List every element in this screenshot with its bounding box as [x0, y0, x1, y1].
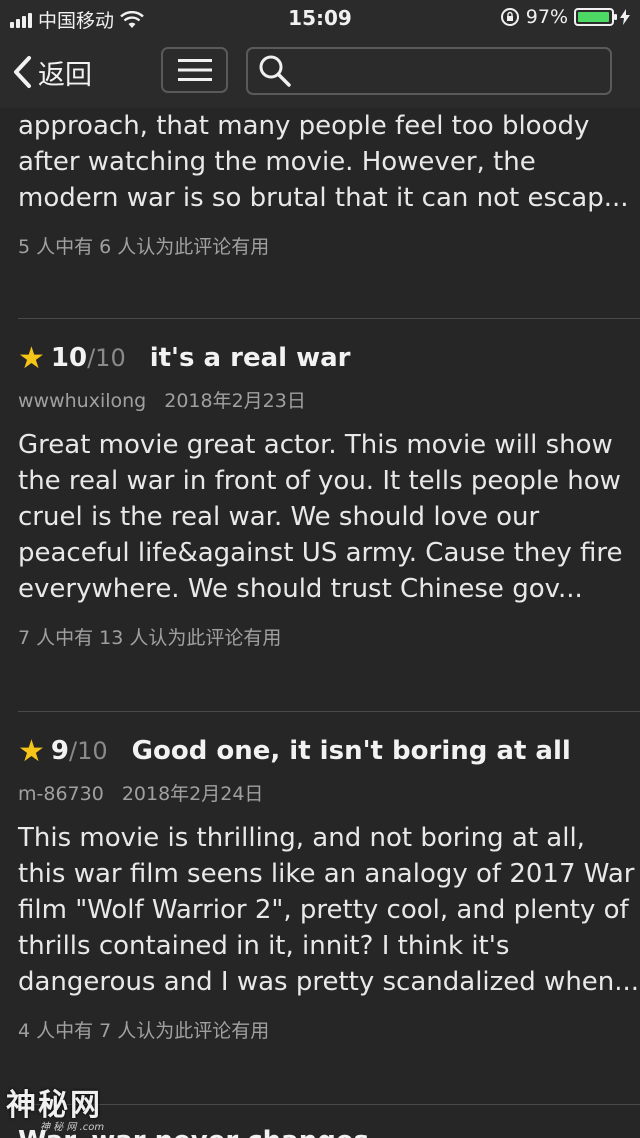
review-author[interactable]: m-86730	[18, 783, 104, 805]
battery-icon	[574, 8, 617, 26]
review-date: 2018年2月24日	[121, 783, 264, 805]
review-date: 2018年2月23日	[164, 390, 306, 412]
search-icon	[259, 55, 291, 87]
orientation-lock-icon	[500, 8, 519, 26]
review-line: This movie is thrilling, and not boring …	[18, 823, 585, 853]
battery-fill	[578, 12, 609, 22]
review-helpful: 7 人中有 13 人认为此评论有用	[18, 627, 282, 649]
review-meta: wwwhuxilong 2018年2月23日	[18, 386, 628, 413]
review-title: it's a real war	[149, 343, 351, 373]
review-line: the real war in front of you. It tells p…	[18, 466, 621, 496]
review-body: Great movie great actor. This movie will…	[18, 427, 628, 607]
menu-button[interactable]	[161, 47, 228, 93]
review-line: everywhere. We should trust Chinese gov.…	[18, 574, 583, 604]
review-line: after watching the movie. However, the	[18, 147, 536, 177]
review-line: Great movie great actor. This movie will…	[18, 430, 613, 460]
review-score: 10	[50, 343, 88, 373]
review-line: modern war is so brutal that it can not …	[18, 183, 629, 213]
navigation-bar: 返回	[0, 36, 640, 108]
status-bar: 中国移动 15:09 97%	[0, 0, 640, 36]
reviews-list[interactable]: approach, that many people feel too bloo…	[0, 108, 640, 1138]
star-icon: ★	[18, 733, 45, 769]
review-score-max: /10	[87, 344, 126, 372]
review-title: Good one, it isn't boring at all	[131, 736, 571, 766]
watermark-url: 神 秘 网 .com	[40, 1122, 105, 1133]
review-line: dangerous and I was pretty scandalized w…	[18, 967, 640, 997]
partial-review-body: approach, that many people feel too bloo…	[18, 108, 629, 216]
review-score: 9	[50, 736, 69, 766]
review-author[interactable]: wwwhuxilong	[18, 390, 146, 412]
chevron-left-icon	[14, 56, 31, 88]
divider	[18, 318, 640, 319]
status-right: 97%	[500, 6, 630, 28]
review-line: approach, that many people feel too bloo…	[18, 111, 590, 141]
back-button[interactable]: 返回	[12, 50, 92, 94]
divider	[18, 711, 640, 712]
charging-icon	[620, 9, 630, 25]
divider	[18, 1104, 640, 1105]
review-line: this war film seens like an analogy of 2…	[18, 859, 635, 889]
search-input[interactable]	[300, 58, 604, 84]
battery-percent: 97%	[525, 6, 568, 28]
partial-review-helpful: 5 人中有 6 人认为此评论有用	[18, 236, 270, 258]
review-body: This movie is thrilling, and not boring …	[18, 820, 640, 1000]
review-line: thrills contained in it, innit? I think …	[18, 931, 510, 961]
review-line: cruel is the real war. We should love ou…	[18, 502, 540, 532]
review-score-max: /10	[69, 737, 108, 765]
review-line: film "Wolf Warrior 2", pretty cool, and …	[18, 895, 629, 925]
review-item[interactable]: ★ 9 /10 Good one, it isn't boring at all…	[18, 731, 640, 1043]
review-line: peaceful life&against US army. Cause the…	[18, 538, 623, 568]
review-meta: m-86730 2018年2月24日	[18, 779, 628, 806]
review-helpful: 4 人中有 7 人认为此评论有用	[18, 1020, 270, 1042]
back-label: 返回	[38, 59, 92, 91]
hamburger-menu-icon	[177, 59, 212, 81]
review-item[interactable]: ★ 10 /10 it's a real war wwwhuxilong 2018…	[18, 338, 628, 650]
star-icon: ★	[18, 340, 45, 376]
review-header: ★ 10 /10 it's a real war	[18, 338, 628, 378]
search-field[interactable]	[246, 47, 612, 95]
review-header: ★ 9 /10 Good one, it isn't boring at all	[18, 731, 628, 771]
